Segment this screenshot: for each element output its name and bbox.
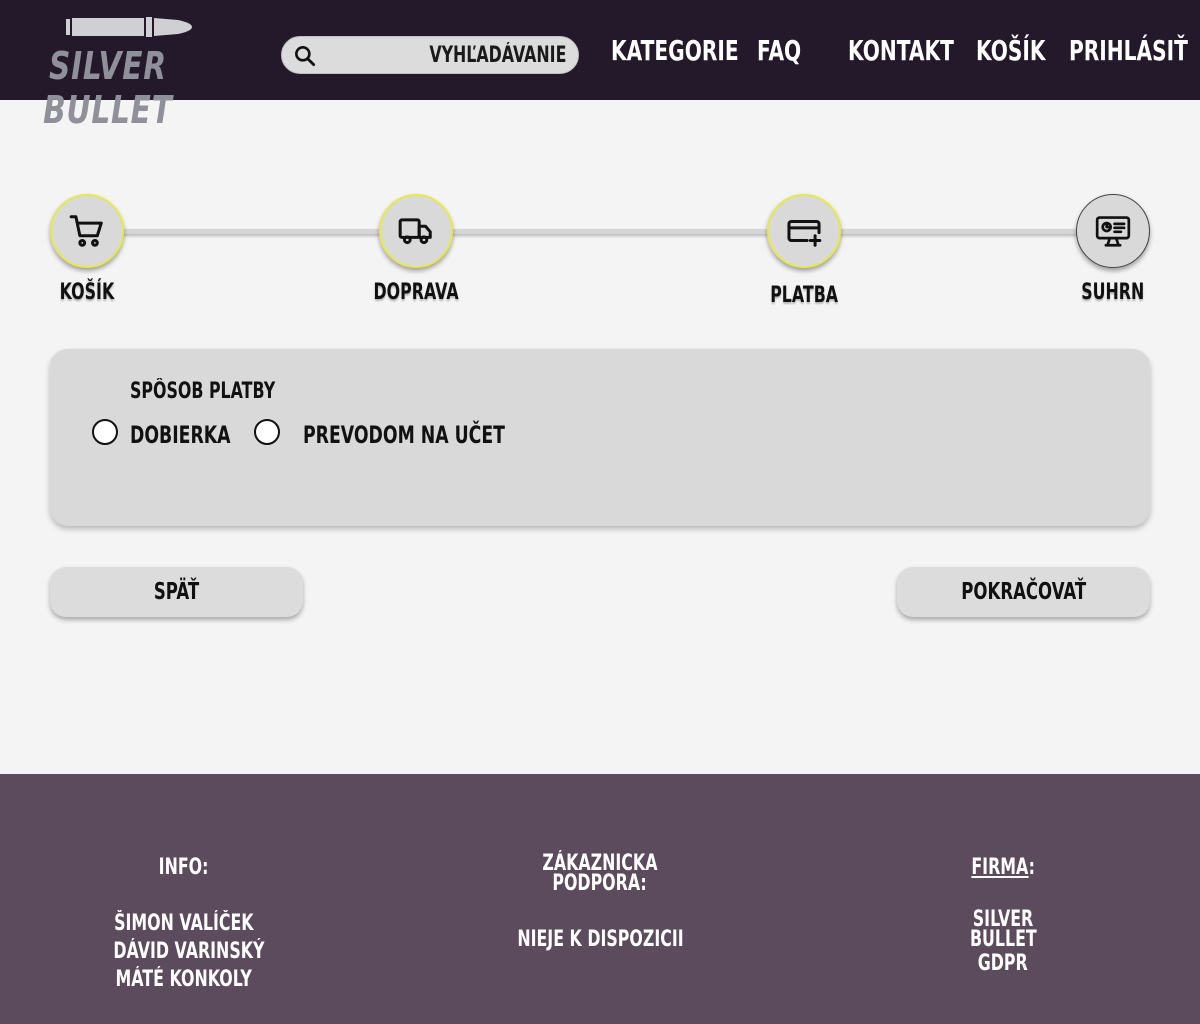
- footer-info: INFO: ŠIMON VALÍČEK DÁVID VARINSKÝ MÁTÉ …: [84, 854, 284, 994]
- nav-item-kontakt[interactable]: KONTAKT: [848, 34, 995, 67]
- payment-method-panel: SPÔSOB PLATBY DOBIERKA PREVODOM NA UČET: [50, 349, 1150, 526]
- footer-info-heading: INFO:: [159, 855, 209, 880]
- footer-support: ZÁKAZNICKA PODPORA: NIEJE K DISPOZICII: [480, 853, 720, 952]
- footer-info-line: DÁVID VARINSKÝ: [113, 939, 265, 964]
- logo[interactable]: SILVER BULLET: [26, 14, 236, 132]
- footer: INFO: ŠIMON VALÍČEK DÁVID VARINSKÝ MÁTÉ …: [0, 774, 1200, 1024]
- cart-icon: [69, 215, 103, 247]
- step-kosik[interactable]: [50, 194, 124, 268]
- step-label-doprava: DOPRAVA: [373, 280, 459, 305]
- logo-text: SILVER BULLET: [43, 44, 173, 132]
- bullet-icon: [66, 17, 192, 37]
- footer-support-text: NIEJE K DISPOZICII: [516, 927, 684, 952]
- footer-company: FIRMA: SILVER BULLET GDPR: [903, 854, 1103, 978]
- radio-label-prevod[interactable]: PREVODOM NA UČET: [303, 421, 583, 449]
- radio-dobierka[interactable]: [92, 419, 118, 445]
- step-platba[interactable]: [767, 194, 841, 268]
- monitor-icon: [1095, 216, 1131, 247]
- radio-prevod[interactable]: [254, 419, 280, 445]
- step-label-kosik: KOŠÍK: [59, 280, 115, 305]
- footer-support-heading: PODPORA:: [552, 871, 648, 896]
- back-button[interactable]: SPÄŤ: [50, 567, 303, 617]
- radio-label-dobierka[interactable]: DOBIERKA: [130, 421, 270, 449]
- payment-method-title: SPÔSOB PLATBY: [130, 379, 276, 404]
- nav-item-kosik[interactable]: KOŠÍK: [976, 34, 1073, 67]
- credit-card-icon: [787, 219, 822, 247]
- footer-gdpr-link[interactable]: GDPR: [903, 950, 1103, 978]
- search-icon[interactable]: [292, 43, 318, 69]
- stepper-line: [110, 229, 1110, 234]
- search-bar[interactable]: VYHĽADÁVANIE: [281, 36, 579, 74]
- footer-company-heading: FIRMA:: [971, 855, 1035, 880]
- nav-item-prihlasit[interactable]: PRIHLÁSIŤ: [1069, 34, 1200, 67]
- truck-icon: [398, 218, 432, 245]
- step-label-suhrn: SUHRN: [1081, 280, 1145, 305]
- nav-item-faq[interactable]: FAQ: [757, 34, 818, 67]
- step-doprava[interactable]: [379, 194, 453, 268]
- search-input[interactable]: VYHĽADÁVANIE: [376, 43, 566, 68]
- continue-button[interactable]: POKRAČOVAŤ: [897, 567, 1150, 617]
- step-suhrn[interactable]: [1076, 194, 1150, 268]
- footer-info-line: ŠIMON VALÍČEK: [114, 911, 254, 936]
- step-label-platba: PLATBA: [770, 283, 838, 308]
- header: SILVER BULLET VYHĽADÁVANIE KATEGORIE FAQ…: [0, 0, 1200, 132]
- footer-company-name[interactable]: BULLET: [903, 929, 1103, 951]
- footer-info-line: MÁTÉ KONKOLY: [115, 967, 253, 992]
